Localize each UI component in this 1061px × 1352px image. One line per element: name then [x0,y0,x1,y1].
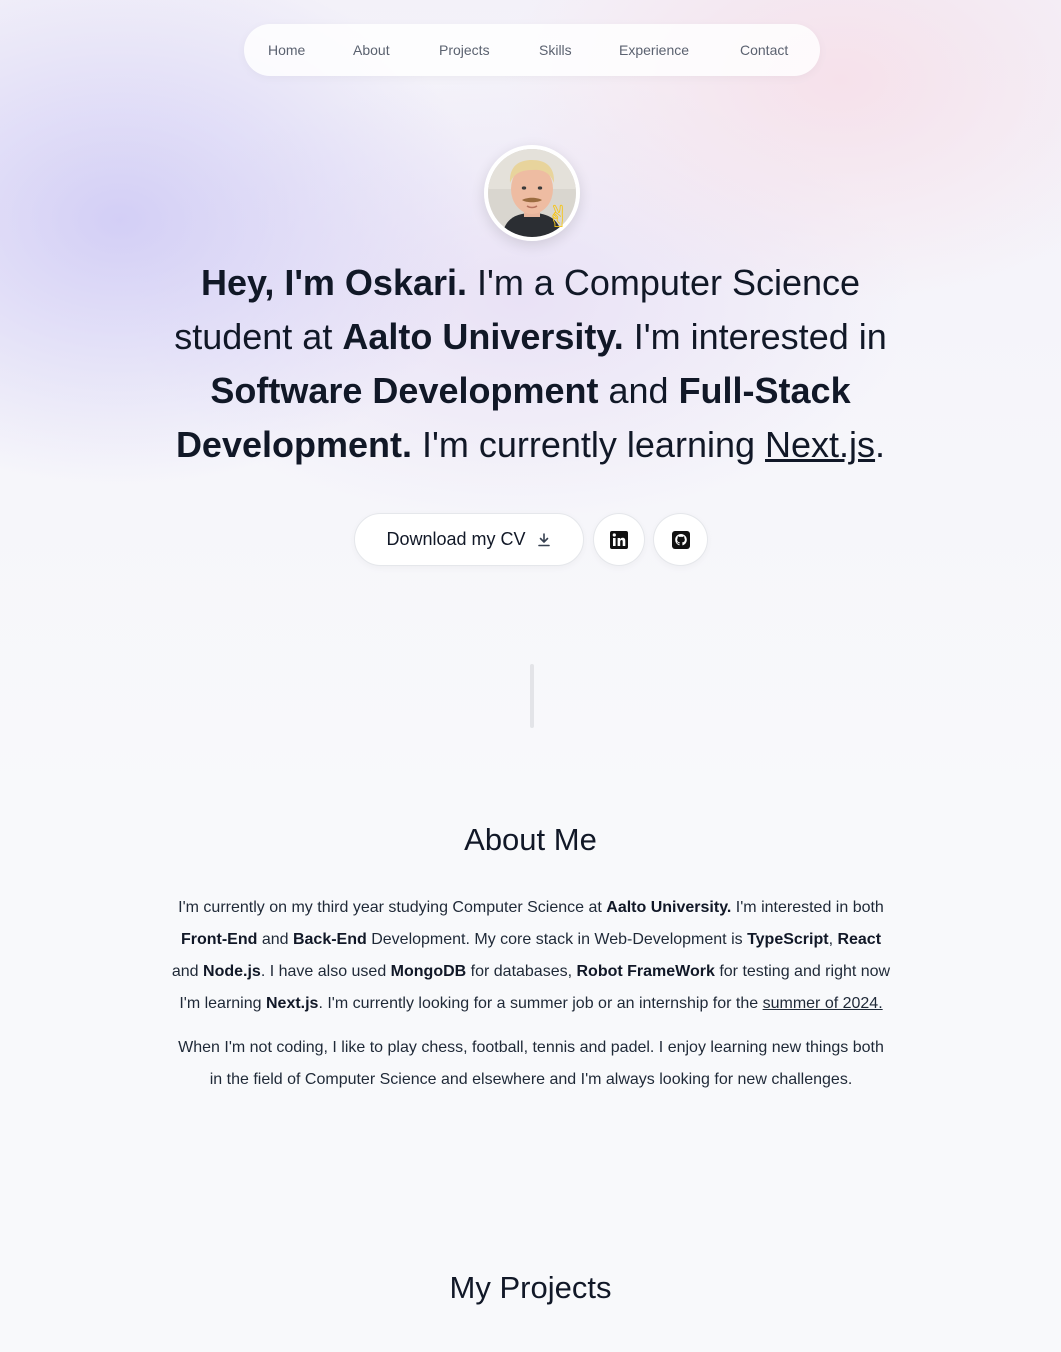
summer-2024-link[interactable]: summer of 2024. [763,995,883,1012]
about-text: I'm interested in both [731,899,884,916]
about-highlight: TypeScript [747,931,829,948]
github-button[interactable] [653,513,708,566]
about-text: I'm currently on my third year studying … [178,899,607,916]
nav-skills-link[interactable]: Skills [539,24,572,76]
download-cv-label: Download my CV [386,529,526,549]
about-highlight: Node.js [203,963,261,980]
hero-intro: Hey, I'm Oskari. I'm a Computer Science … [140,256,921,472]
intro-text-3: and [598,370,679,411]
nav-projects-link[interactable]: Projects [439,24,490,76]
nav-contact-link[interactable]: Contact [740,24,788,76]
about-text: for databases, [466,963,577,980]
projects-title: My Projects [449,1270,612,1305]
about-paragraph-1: I'm currently on my third year studying … [170,892,892,1020]
about-text: Development. My core stack in Web-Develo… [366,931,748,948]
victory-hand-icon: ✌ [546,201,572,234]
nav-experience-link[interactable]: Experience [619,24,689,76]
nextjs-link[interactable]: Next.js [765,424,875,465]
intro-text-4: I'm currently learning [412,424,766,465]
about-title: About Me [464,822,597,857]
about-highlight: Aalto University. [606,899,732,916]
intro-greeting: Hey, I'm Oskari. [200,262,467,303]
intro-text-5: . [875,424,886,465]
about-text: . I'm currently looking for a summer job… [318,995,763,1012]
about-content: I'm currently on my third year studying … [170,892,892,1108]
github-icon [671,530,690,549]
linkedin-button[interactable] [593,513,645,566]
nav-about-link[interactable]: About [353,24,390,76]
about-highlight: MongoDB [390,963,467,980]
about-text: . I have also used [260,963,391,980]
download-icon [537,532,550,546]
top-navigation: Home About Projects Skills Experience Co… [244,24,820,76]
nav-home-link[interactable]: Home [268,24,305,76]
about-highlight: Robot FrameWork [576,963,715,980]
about-paragraph-2: When I'm not coding, I like to play ches… [178,1039,884,1088]
download-cv-button[interactable]: Download my CV [354,513,584,566]
intro-interest-software: Software Development [210,370,599,411]
intro-university: Aalto University. [342,316,624,357]
intro-text-2: I'm interested in [623,316,887,357]
about-highlight: Front-End [180,931,258,948]
section-divider [530,664,534,728]
about-text: and [171,963,204,980]
about-text: and [257,931,293,948]
linkedin-icon [610,530,628,549]
about-highlight: React [837,931,882,948]
about-highlight: Back-End [292,931,367,948]
about-highlight: Next.js [265,995,319,1012]
